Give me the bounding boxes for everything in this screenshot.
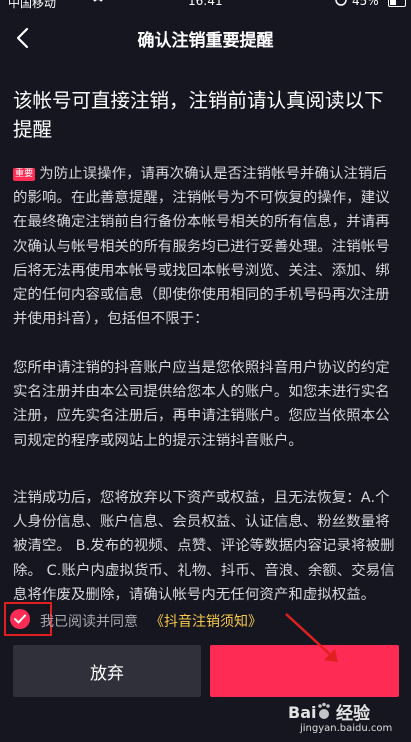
clock: 16:41 — [188, 0, 223, 8]
battery-icon — [388, 0, 406, 7]
important-tag: 重要 — [13, 168, 36, 181]
baidu-logo-icon: Bai — [288, 701, 334, 723]
notice-paragraph-3: 注销成功后，您将放弃以下资产或权益，且无法恢复：A.个人身份信息、账户信息、会员… — [13, 490, 395, 603]
annotation-arrow-icon — [280, 610, 350, 674]
page-title: 确认注销重要提醒 — [137, 31, 274, 51]
notice-paragraph-2: 您所申请注销的抖音账户应当是您依照抖音用户协议的约定实名注册并由本公司提供给您本… — [13, 360, 390, 449]
notice-paragraph-1-text: 为防止误操作，请再次确认是否注销帐号并确认注销后的影响。在此善意提醒，注销帐号为… — [13, 166, 390, 328]
baidu-watermark: Bai 经验 jingyan.baidu.com — [284, 697, 404, 739]
notice-paragraph-1: 重要 为防止误操作，请再次确认是否注销帐号并确认注销后的影响。在此善意提醒，注销帐… — [13, 162, 401, 331]
watermark-text: 经验 — [336, 704, 370, 724]
status-bar: 中国移动 16:41 45% — [0, 0, 411, 10]
agreement-text: 我已阅读并同意 — [40, 614, 138, 630]
baidu-logo-text: Bai — [288, 703, 316, 722]
carrier-label: 中国移动 — [8, 0, 57, 10]
battery-percentage: 45% — [352, 0, 379, 8]
watermark-url: jingyan.baidu.com — [300, 723, 393, 734]
nav-bar: 确认注销重要提醒 — [0, 10, 411, 66]
cancellation-terms-link[interactable]: 《抖音注销须知》 — [150, 611, 262, 631]
cancel-button[interactable]: 放弃 — [13, 645, 201, 697]
rotation-lock-icon — [335, 0, 347, 9]
notice-headline: 该帐号可直接注销，注销前请认真阅读以下提醒 — [13, 89, 384, 141]
wifi-icon — [90, 0, 106, 9]
